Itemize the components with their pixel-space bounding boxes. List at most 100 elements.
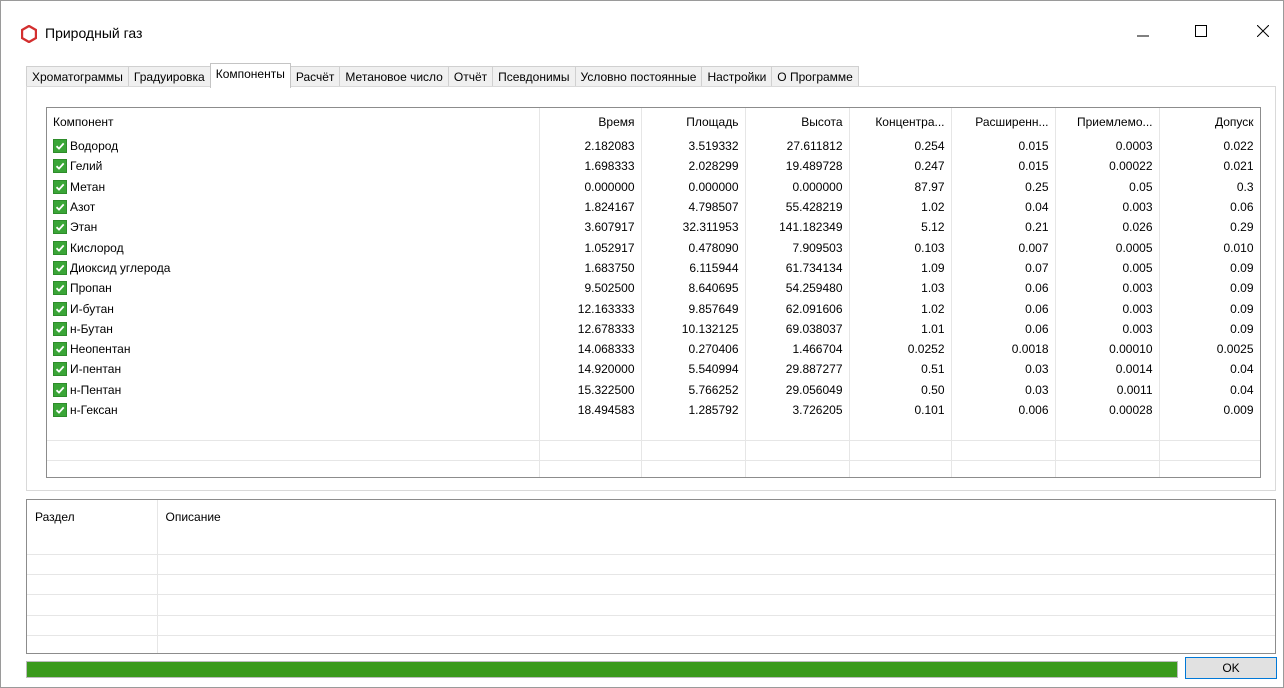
col-header-concentration[interactable]: Концентра... [849,108,952,136]
component-checkbox[interactable] [53,159,67,174]
cell-conc: 5.12 [849,217,952,238]
tab-calculation[interactable]: Расчёт [289,66,341,88]
component-name: Кислород [70,240,124,255]
title-bar[interactable]: Природный газ [1,1,1283,59]
component-checkbox[interactable] [53,403,67,417]
component-cell: Кислород [47,237,540,258]
cell-tol: 0.09 [1159,298,1260,319]
cell-height: 55.428219 [745,196,850,218]
tab-settings[interactable]: Настройки [701,66,773,88]
maximize-button[interactable] [1179,15,1223,47]
col-header-time[interactable]: Время [539,108,642,136]
description-grid[interactable]: Раздел Описание [26,499,1276,654]
table-row[interactable]: Азот 1.824167 4.798507 55.428219 1.02 0.04 0.0… [47,196,1260,218]
empty-cell [745,460,850,477]
component-cell: Гелий [47,156,540,177]
component-checkbox[interactable] [53,240,67,255]
empty-cell [27,594,158,616]
table-row[interactable]: И-бутан 12.163333 9.857649 62.091606 1.02 0.0… [47,298,1260,319]
component-checkbox[interactable] [53,139,67,154]
cell-conc: 1.01 [849,318,952,339]
cell-time: 0.000000 [539,176,642,197]
tab-report[interactable]: Отчёт [447,66,494,88]
cell-ext: 0.03 [951,359,1056,380]
checkmark-icon [55,366,65,374]
components-tab-panel: Компонент Время Площадь Высота Концентра… [26,86,1276,491]
col-header-height[interactable]: Высота [745,108,850,136]
tab-constants[interactable]: Условно постоянные [574,66,703,88]
col-header-section[interactable]: Раздел [27,500,158,534]
component-checkbox[interactable] [53,301,67,316]
col-header-description[interactable]: Описание [157,500,1275,534]
component-checkbox[interactable] [53,260,67,275]
col-header-area[interactable]: Площадь [641,108,746,136]
cell-area: 0.478090 [641,237,746,258]
table-row[interactable]: Метан 0.000000 0.000000 0.000000 87.97 0.25 0.… [47,176,1260,197]
empty-cell [539,460,642,477]
table-row[interactable]: н-Пентан 15.322500 5.766252 29.056049 0.50 0.… [47,379,1260,400]
table-row[interactable]: Этан 3.607917 32.311953 141.182349 5.12 0.21 0… [47,217,1260,238]
empty-row [27,635,1275,653]
table-row[interactable]: н-Бутан 12.678333 10.132125 69.038037 1.01 0.… [47,318,1260,339]
tab-about[interactable]: О Программе [771,66,859,88]
cell-time: 12.163333 [539,298,642,319]
cell-area: 6.115944 [641,257,746,279]
empty-cell [47,460,540,477]
component-checkbox[interactable] [53,342,67,357]
component-checkbox[interactable] [53,321,67,336]
checkmark-icon [55,224,65,232]
component-checkbox[interactable] [53,200,67,215]
ok-button[interactable]: OK [1185,657,1277,679]
component-name: н-Гексан [70,403,118,417]
tab-methane-number[interactable]: Метановое число [339,66,449,88]
tab-aliases[interactable]: Псевдонимы [492,66,576,88]
col-header-tolerance[interactable]: Допуск [1159,108,1260,136]
components-grid[interactable]: Компонент Время Площадь Высота Концентра… [46,107,1261,478]
component-checkbox[interactable] [53,220,67,235]
table-row[interactable]: н-Гексан 18.494583 1.285792 3.726205 0.101 0.… [47,399,1260,421]
component-name: н-Бутан [70,321,113,336]
tab-components[interactable]: Компоненты [209,63,291,88]
minimize-button[interactable] [1121,15,1165,47]
table-row[interactable]: Гелий 1.698333 2.028299 19.489728 0.247 0.015… [47,156,1260,177]
cell-ext: 0.007 [951,237,1056,258]
empty-cell [849,460,952,477]
empty-cell [951,440,1056,462]
table-row[interactable]: Кислород 1.052917 0.478090 7.909503 0.103 0.0… [47,237,1260,258]
tab-calibration[interactable]: Градуировка [127,66,211,88]
component-name: Метан [70,179,106,194]
cell-conc: 0.247 [849,156,952,177]
cell-acc: 0.0014 [1055,359,1160,380]
empty-cell [1055,460,1160,477]
empty-cell [27,534,158,555]
empty-cell [47,420,540,441]
component-checkbox[interactable] [53,179,67,194]
component-checkbox[interactable] [53,382,67,397]
table-row[interactable]: Неопентан 14.068333 0.270406 1.466704 0.0252… [47,338,1260,360]
maximize-icon [1195,25,1207,37]
cell-area: 0.270406 [641,338,746,360]
close-button[interactable] [1241,15,1284,47]
component-cell: Этан [47,217,540,238]
table-row[interactable]: И-пентан 14.920000 5.540994 29.887277 0.51 0.… [47,359,1260,380]
component-checkbox[interactable] [53,281,67,296]
empty-row [47,420,1260,441]
cell-tol: 0.06 [1159,196,1260,218]
table-row[interactable]: Диоксид углерода 1.683750 6.115944 61.73413… [47,257,1260,279]
empty-row [27,615,1275,636]
col-header-extended[interactable]: Расширенн... [951,108,1056,136]
col-header-acceptable[interactable]: Приемлемо... [1055,108,1160,136]
empty-row [27,594,1275,616]
empty-cell [849,420,952,441]
cell-ext: 0.0018 [951,338,1056,360]
table-row[interactable]: Водород 2.182083 3.519332 27.611812 0.254 0.0… [47,136,1260,157]
empty-row [27,534,1275,555]
col-header-component[interactable]: Компонент [47,108,540,136]
cell-height: 54.259480 [745,278,850,299]
cell-tol: 0.0025 [1159,338,1260,360]
table-row[interactable]: Пропан 9.502500 8.640695 54.259480 1.03 0.06 0… [47,278,1260,299]
tab-chromatograms[interactable]: Хроматограммы [26,66,129,88]
cell-conc: 0.50 [849,379,952,400]
cell-conc: 0.51 [849,359,952,380]
component-checkbox[interactable] [53,362,67,377]
